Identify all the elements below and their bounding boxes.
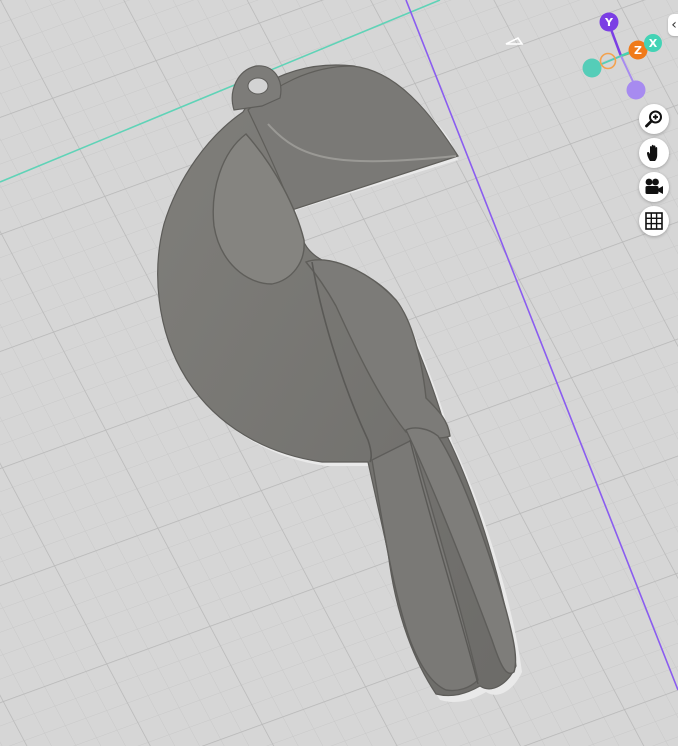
zoom-in-icon [645, 110, 662, 128]
zoom-button[interactable] [639, 104, 669, 134]
scene-canvas[interactable]: Y Z X [0, 0, 678, 746]
negative-y-handle[interactable] [626, 80, 646, 100]
panel-collapse-tab[interactable]: ‹ [668, 14, 678, 36]
grid-icon [645, 212, 663, 230]
camera-button[interactable] [639, 172, 669, 202]
video-camera-icon [645, 178, 663, 194]
pan-button[interactable] [639, 138, 669, 168]
3d-viewport[interactable]: Y Z X ‹ [0, 0, 678, 746]
axis-y-label: Y [604, 16, 614, 29]
axis-z-label: Z [634, 44, 642, 57]
hand-icon [647, 144, 658, 161]
chevron-left-icon: ‹ [671, 17, 677, 33]
grid-toggle-button[interactable] [639, 206, 669, 236]
negative-x-handle[interactable] [582, 58, 602, 78]
axis-x-label: X [649, 37, 658, 50]
